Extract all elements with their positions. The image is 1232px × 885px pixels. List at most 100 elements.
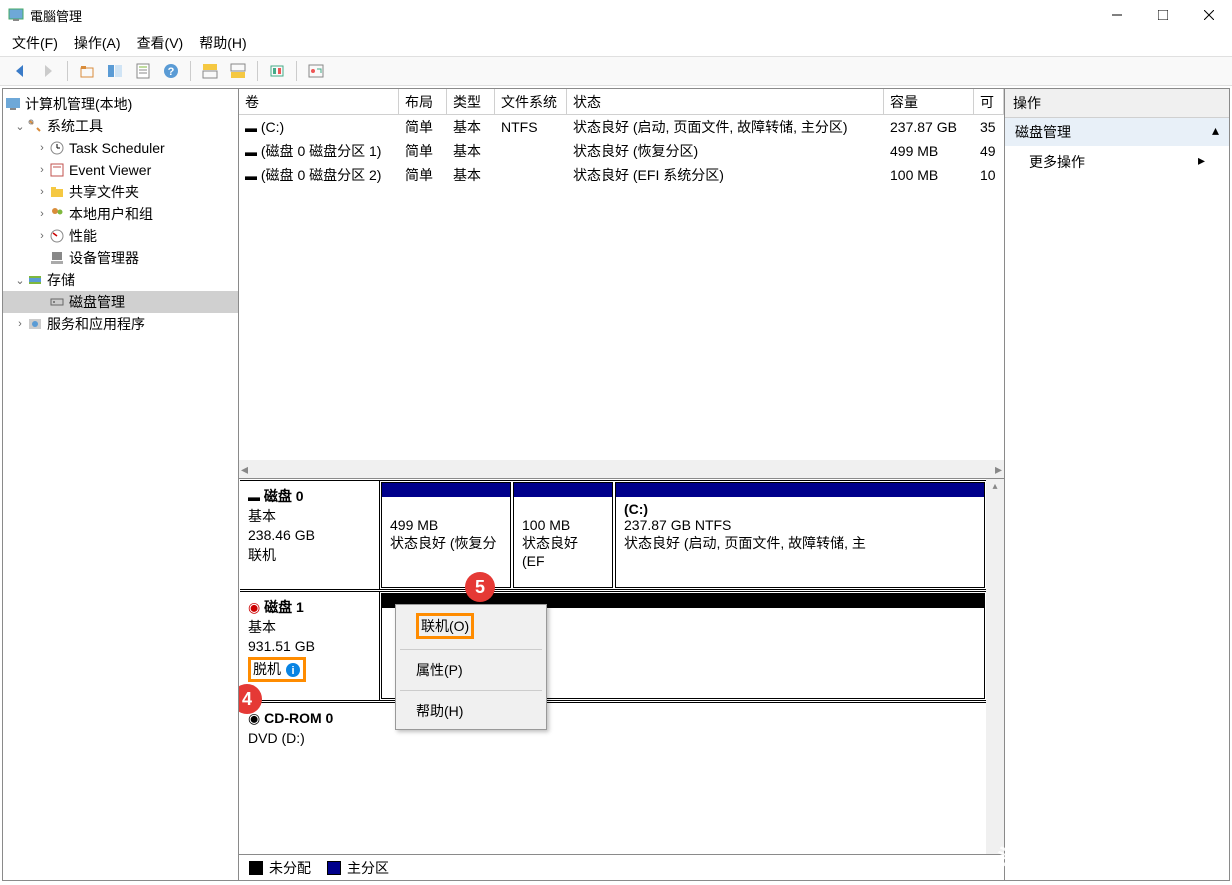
back-button[interactable] — [8, 59, 32, 83]
tree-shared-folders[interactable]: › 共享文件夹 — [3, 181, 238, 203]
tree-label: 存储 — [47, 270, 75, 290]
ctx-online[interactable]: 联机(O) — [396, 605, 546, 647]
action-label: 更多操作 — [1029, 152, 1085, 172]
view-top-button[interactable] — [198, 59, 222, 83]
tree-task-scheduler[interactable]: ›Task Scheduler — [3, 137, 238, 159]
vol-fs: NTFS — [495, 117, 567, 137]
online-highlight: 联机(O) — [416, 613, 474, 639]
expand-icon[interactable]: › — [35, 186, 49, 198]
volume-row[interactable]: ▬ (C:) 简单 基本 NTFS 状态良好 (启动, 页面文件, 故障转储, … — [239, 115, 1004, 139]
folder-share-icon — [49, 184, 65, 200]
tree-storage[interactable]: ⌄ 存储 — [3, 269, 238, 291]
tree-disk-management[interactable]: 磁盘管理 — [3, 291, 238, 313]
disk-info[interactable]: ◉ CD-ROM 0 DVD (D:) — [240, 703, 380, 762]
menu-help[interactable]: 帮助(H) — [199, 33, 246, 53]
volume-row[interactable]: ▬ (磁盘 0 磁盘分区 1) 简单 基本 状态良好 (恢复分区) 499 MB… — [239, 139, 1004, 163]
action-more[interactable]: 更多操作 ▸ — [1005, 146, 1229, 178]
menu-file[interactable]: 文件(F) — [12, 33, 58, 53]
expand-icon[interactable]: › — [35, 208, 49, 220]
partition[interactable]: (C:)237.87 GB NTFS状态良好 (启动, 页面文件, 故障转储, … — [615, 482, 985, 588]
tree-services-apps[interactable]: › 服务和应用程序 — [3, 313, 238, 335]
scroll-up-icon[interactable]: ▴ — [986, 479, 1004, 492]
volume-header: 卷 布局 类型 文件系统 状态 容量 可 — [239, 89, 1004, 115]
tree-device-manager[interactable]: 设备管理器 — [3, 247, 238, 269]
collapse-icon[interactable]: ⌄ — [13, 274, 27, 287]
tree-local-users[interactable]: ›本地用户和组 — [3, 203, 238, 225]
vol-type: 基本 — [447, 139, 495, 163]
partition[interactable]: 100 MB状态良好 (EF — [513, 482, 613, 588]
minimize-button[interactable] — [1094, 0, 1140, 30]
settings-button[interactable] — [265, 59, 289, 83]
menu-view[interactable]: 查看(V) — [137, 33, 184, 53]
forward-button[interactable] — [36, 59, 60, 83]
tree-root[interactable]: 计算机管理(本地) — [3, 93, 238, 115]
vol-name: (磁盘 0 磁盘分区 1) — [261, 143, 382, 159]
collapse-arrow-icon[interactable]: ▴ — [1212, 122, 1219, 142]
volume-row[interactable]: ▬ (磁盘 0 磁盘分区 2) 简单 基本 状态良好 (EFI 系统分区) 10… — [239, 163, 1004, 187]
cdrom-info: DVD (D:) — [248, 729, 372, 749]
vol-status: 状态良好 (恢复分区) — [567, 139, 884, 163]
vol-type: 基本 — [447, 163, 495, 187]
partition[interactable]: 499 MB状态良好 (恢复分 — [381, 482, 511, 588]
tools-icon — [27, 118, 43, 134]
center-pane: 卷 布局 类型 文件系统 状态 容量 可 ▬ (C:) 简单 基本 NTFS 状… — [239, 89, 1005, 880]
expand-icon[interactable]: › — [35, 164, 49, 176]
event-icon — [49, 162, 65, 178]
actions-section[interactable]: 磁盘管理 ▴ — [1005, 118, 1229, 146]
disk-graphical-view: ▴ ▬ 磁盘 0 基本 238.46 GB 联机 499 MB状态良好 (恢复分 — [239, 479, 1004, 880]
h-scrollbar[interactable]: ◂ ▸ — [239, 460, 1004, 478]
ctx-properties[interactable]: 属性(P) — [396, 652, 546, 688]
col-volume[interactable]: 卷 — [239, 89, 399, 114]
tree-label: 服务和应用程序 — [47, 314, 145, 334]
view-bottom-button[interactable] — [226, 59, 250, 83]
maximize-button[interactable] — [1140, 0, 1186, 30]
col-layout[interactable]: 布局 — [399, 89, 447, 114]
disk-icon: ▬ — [248, 490, 260, 504]
col-type[interactable]: 类型 — [447, 89, 495, 114]
vol-layout: 简单 — [399, 163, 447, 187]
vol-fs — [495, 149, 567, 153]
actions-header: 操作 — [1005, 89, 1229, 118]
help-button[interactable]: ? — [159, 59, 183, 83]
disk-info[interactable]: ◉ 磁盘 1 基本 931.51 GB 脱机 i — [240, 592, 380, 700]
volume-list: 卷 布局 类型 文件系统 状态 容量 可 ▬ (C:) 简单 基本 NTFS 状… — [239, 89, 1004, 479]
partition-header — [382, 483, 510, 497]
disk-name: 磁盘 1 — [264, 599, 304, 615]
v-scrollbar[interactable]: ▴ — [986, 479, 1004, 854]
vol-free: 35 — [974, 117, 1004, 137]
close-button[interactable] — [1186, 0, 1232, 30]
info-icon[interactable]: i — [285, 662, 301, 678]
collapse-icon[interactable]: ⌄ — [13, 120, 27, 133]
scroll-right-icon[interactable]: ▸ — [995, 461, 1002, 478]
disk-info[interactable]: ▬ 磁盘 0 基本 238.46 GB 联机 — [240, 481, 380, 589]
clock-icon — [49, 140, 65, 156]
col-capacity[interactable]: 容量 — [884, 89, 974, 114]
tree-label: 磁盘管理 — [69, 292, 125, 312]
tree-event-viewer[interactable]: ›Event Viewer — [3, 159, 238, 181]
expand-icon[interactable]: › — [13, 318, 27, 330]
col-free[interactable]: 可 — [974, 89, 1004, 114]
refresh-button[interactable] — [304, 59, 328, 83]
expand-icon[interactable]: › — [35, 142, 49, 154]
col-status[interactable]: 状态 — [567, 89, 884, 114]
legend-primary: 主分区 — [347, 858, 389, 878]
svg-text:?: ? — [168, 66, 175, 78]
col-fs[interactable]: 文件系统 — [495, 89, 567, 114]
disk-row: ◉ 磁盘 1 基本 931.51 GB 脱机 i 联机(O) 属性(P) — [240, 591, 986, 701]
tree-pane: 计算机管理(本地) ⌄系统工具 ›Task Scheduler ›Event V… — [3, 89, 239, 880]
offline-highlight: 脱机 i — [248, 657, 306, 683]
part-status: 状态良好 (启动, 页面文件, 故障转储, 主 — [624, 533, 976, 553]
device-icon — [49, 250, 65, 266]
disk-row: ▬ 磁盘 0 基本 238.46 GB 联机 499 MB状态良好 (恢复分 1… — [240, 480, 986, 590]
tree-label: 设备管理器 — [69, 248, 139, 268]
tree-system-tools[interactable]: ⌄系统工具 — [3, 115, 238, 137]
scroll-left-icon[interactable]: ◂ — [241, 461, 248, 478]
up-button[interactable] — [75, 59, 99, 83]
menu-action[interactable]: 操作(A) — [74, 33, 121, 53]
show-hide-button[interactable] — [103, 59, 127, 83]
tree-performance[interactable]: ›性能 — [3, 225, 238, 247]
expand-icon[interactable]: › — [35, 230, 49, 242]
tree-label: 共享文件夹 — [69, 182, 139, 202]
ctx-help[interactable]: 帮助(H) — [396, 693, 546, 729]
properties-button[interactable] — [131, 59, 155, 83]
